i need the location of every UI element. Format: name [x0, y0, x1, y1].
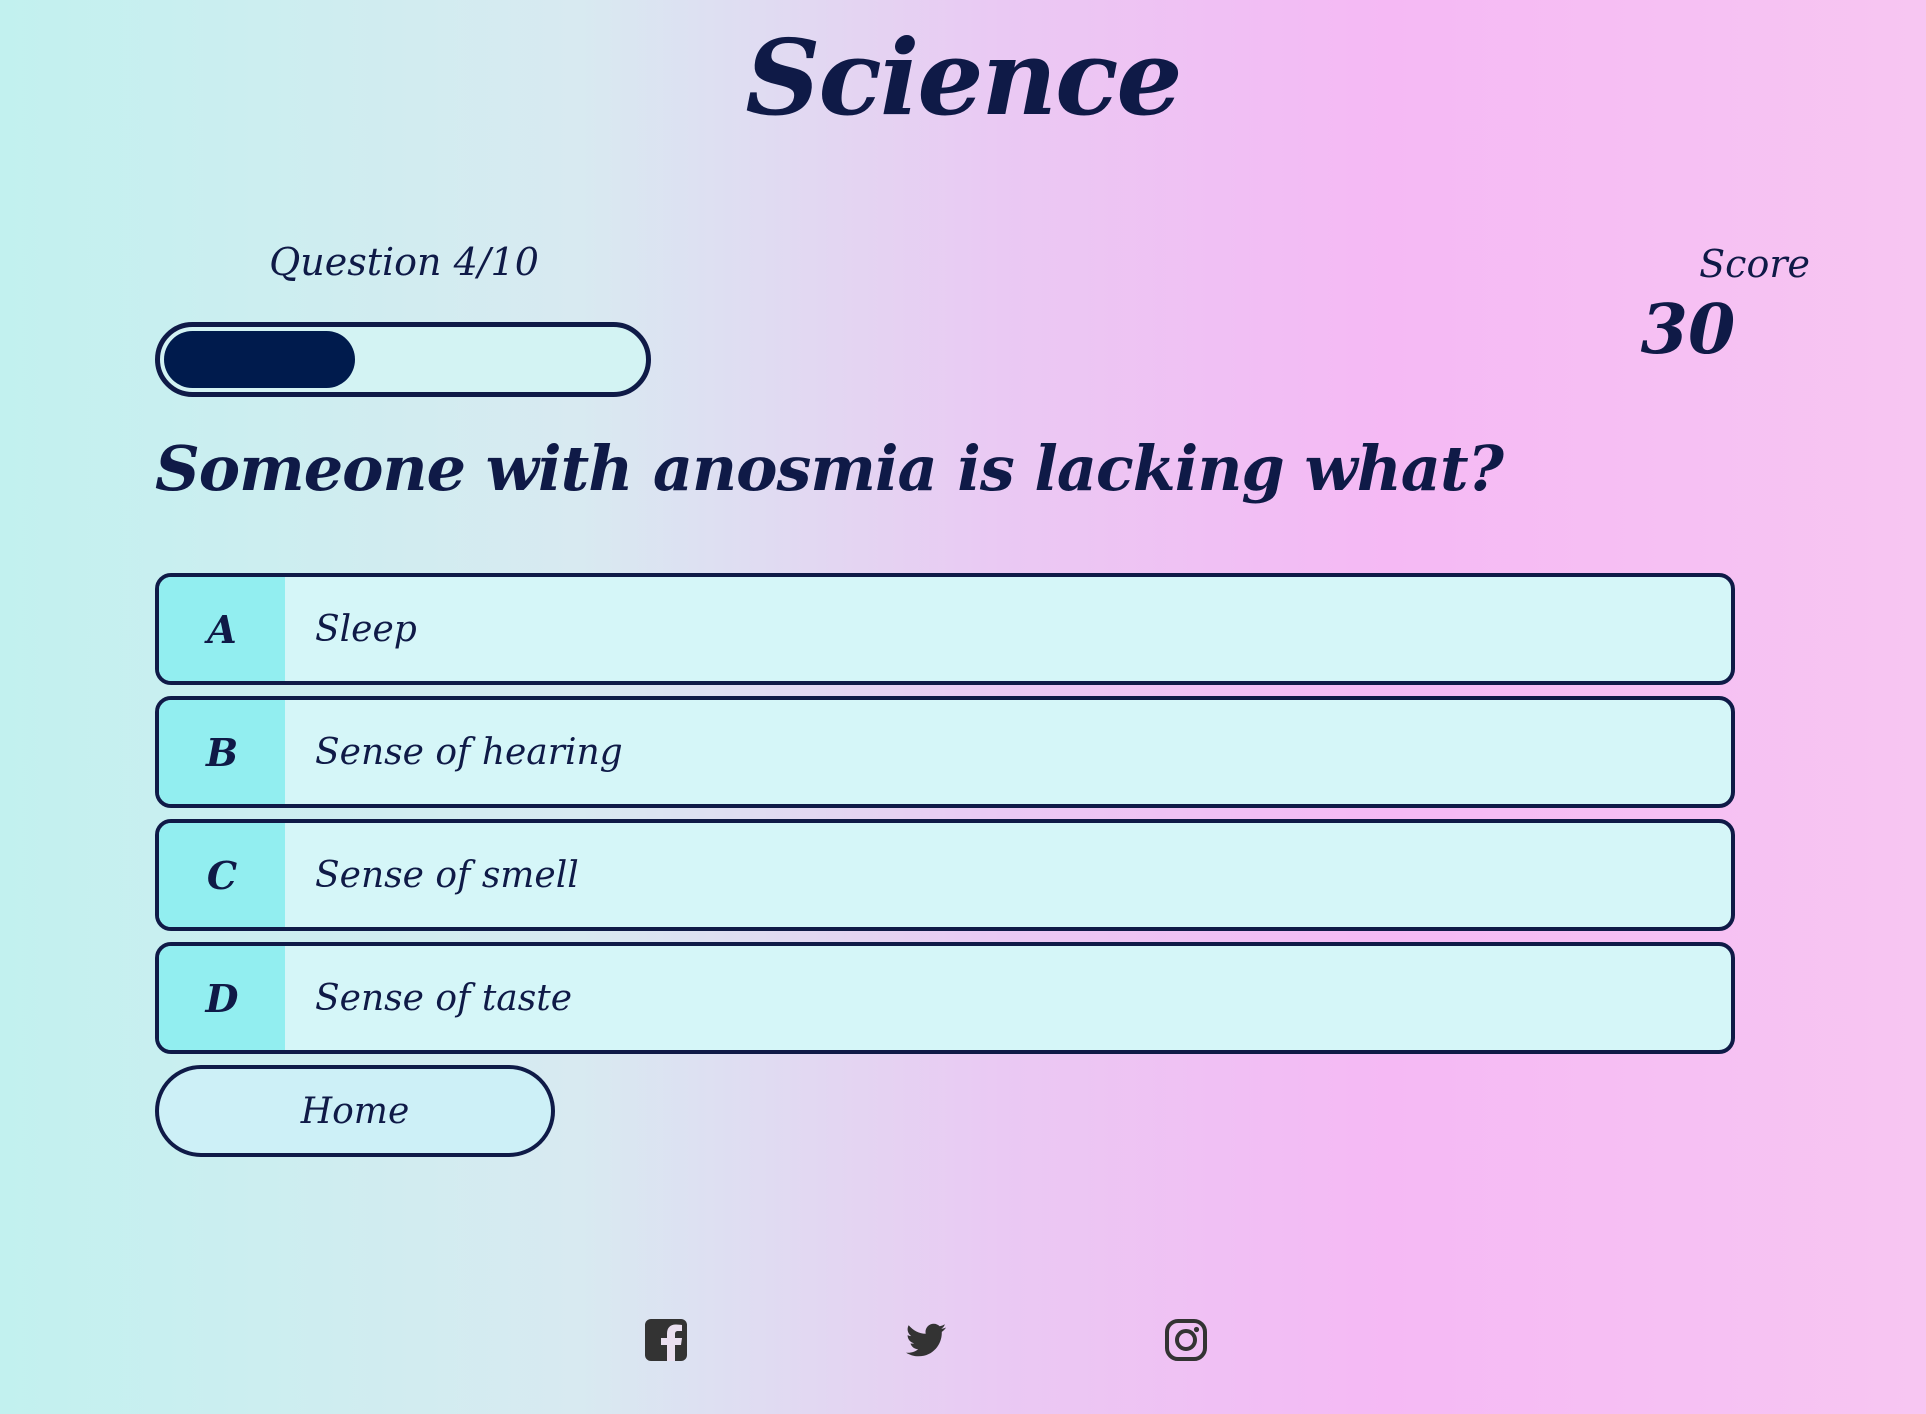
answer-option-b[interactable]: B Sense of hearing [155, 696, 1735, 808]
answer-text: Sense of taste [315, 977, 572, 1019]
twitter-icon-graphic [906, 1323, 946, 1357]
score-label: Score [1699, 242, 1810, 286]
home-button[interactable]: Home [155, 1065, 555, 1157]
instagram-icon[interactable] [1162, 1316, 1210, 1364]
answer-text: Sleep [315, 608, 417, 650]
progress-bar-fill [164, 331, 355, 388]
twitter-icon[interactable] [902, 1316, 950, 1364]
question-text: Someone with anosmia is lacking what? [155, 432, 1504, 505]
facebook-icon[interactable] [642, 1316, 690, 1364]
answer-option-a[interactable]: A Sleep [155, 573, 1735, 685]
answer-option-d[interactable]: D Sense of taste [155, 942, 1735, 1054]
answer-letter: A [159, 577, 285, 681]
progress-bar [155, 322, 651, 397]
answer-option-c[interactable]: C Sense of smell [155, 819, 1735, 931]
answer-text: Sense of hearing [315, 731, 623, 773]
facebook-icon-graphic [645, 1319, 687, 1361]
answer-letter: D [159, 946, 285, 1050]
answer-list: A Sleep B Sense of hearing C Sense of sm… [155, 573, 1735, 1065]
answer-letter: B [159, 700, 285, 804]
answer-letter: C [159, 823, 285, 927]
page-title: Science [745, 16, 1182, 139]
question-counter: Question 4/10 [269, 240, 539, 284]
score-value: 30 [1640, 290, 1736, 370]
instagram-icon-graphic [1165, 1319, 1207, 1361]
answer-text: Sense of smell [315, 854, 579, 896]
